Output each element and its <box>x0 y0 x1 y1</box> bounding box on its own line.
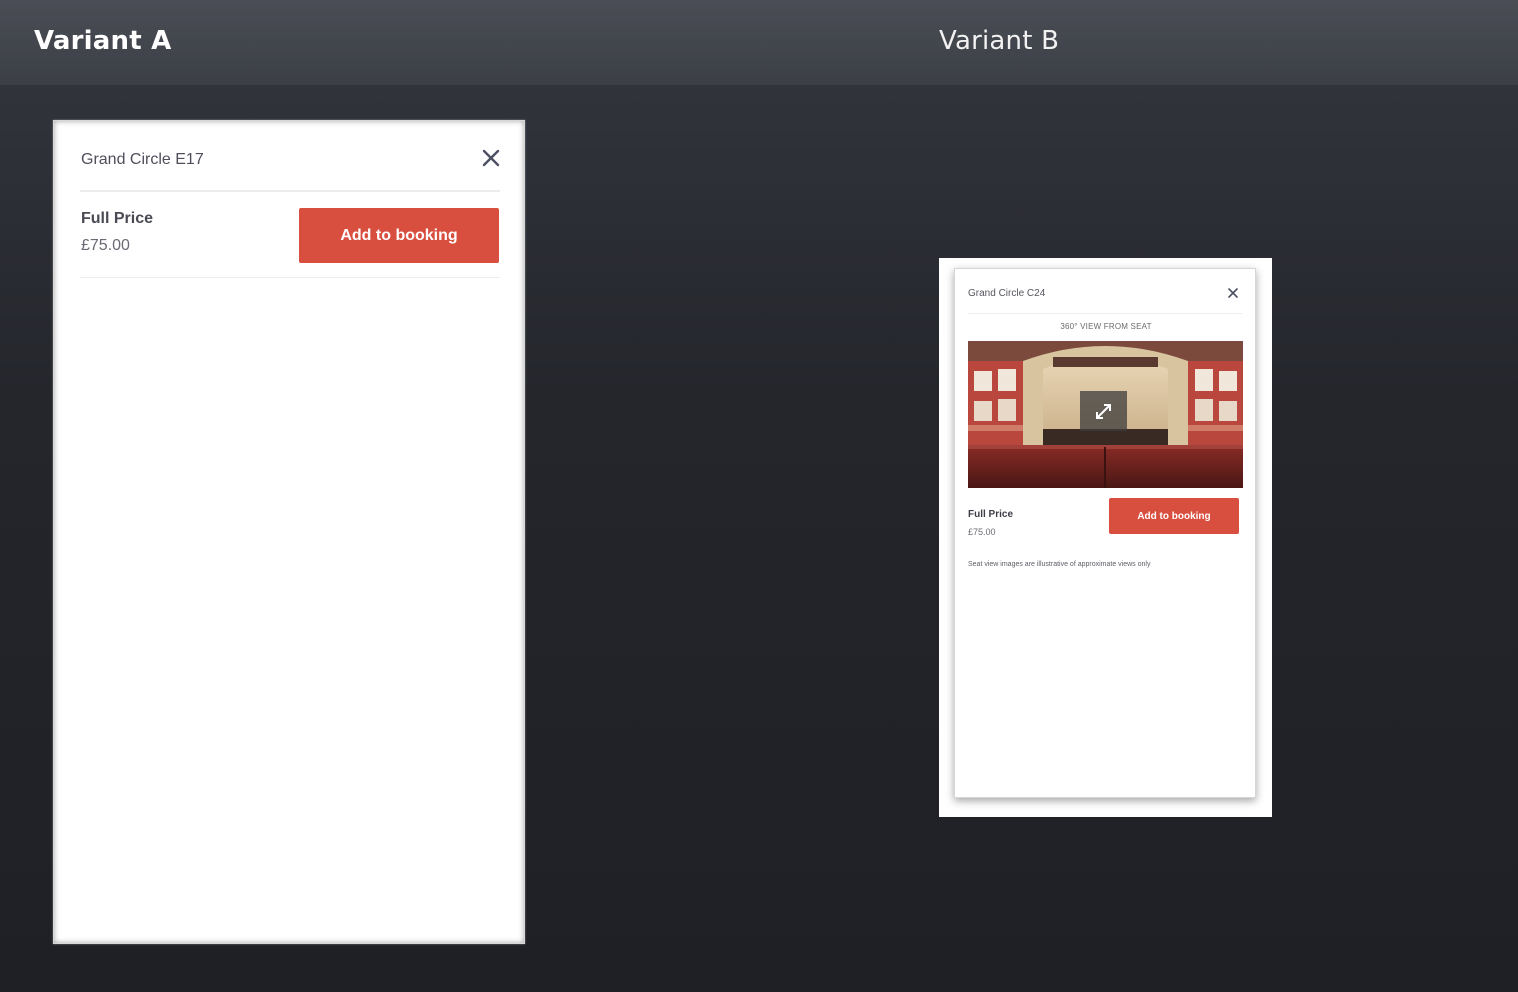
theatre-view-image[interactable] <box>968 341 1243 488</box>
expand-icon[interactable] <box>1080 391 1127 431</box>
variant-a-seat-panel: Grand Circle E17 Full Price £75.00 Add t… <box>53 120 525 944</box>
ticket-type-label: Full Price <box>81 210 154 227</box>
variant-b-title: Variant B <box>939 26 1060 56</box>
seat-title: Grand Circle C24 <box>968 288 1046 299</box>
divider <box>80 190 500 192</box>
divider <box>80 277 500 278</box>
ticket-price: £75.00 <box>968 527 996 537</box>
seat-title: Grand Circle E17 <box>81 151 204 168</box>
ticket-price: £75.00 <box>81 237 130 254</box>
ticket-type-label: Full Price <box>968 509 1014 520</box>
close-icon[interactable] <box>1227 286 1239 298</box>
close-icon[interactable] <box>480 147 502 169</box>
seat-view-label: 360° VIEW FROM SEAT <box>1060 322 1152 331</box>
seat-view-disclaimer: Seat view images are illustrative of app… <box>968 561 1151 568</box>
divider <box>968 313 1242 314</box>
variant-b-seat-panel: Grand Circle C24 360° VIEW FROM SEAT Ful… <box>954 268 1256 798</box>
add-to-booking-button[interactable]: Add to booking <box>1109 498 1239 534</box>
variant-a-title: Variant A <box>34 26 172 56</box>
comparison-header: Variant A Variant B <box>0 0 1518 85</box>
variant-b-frame: Grand Circle C24 360° VIEW FROM SEAT Ful… <box>939 258 1272 817</box>
add-to-booking-button[interactable]: Add to booking <box>299 208 499 263</box>
